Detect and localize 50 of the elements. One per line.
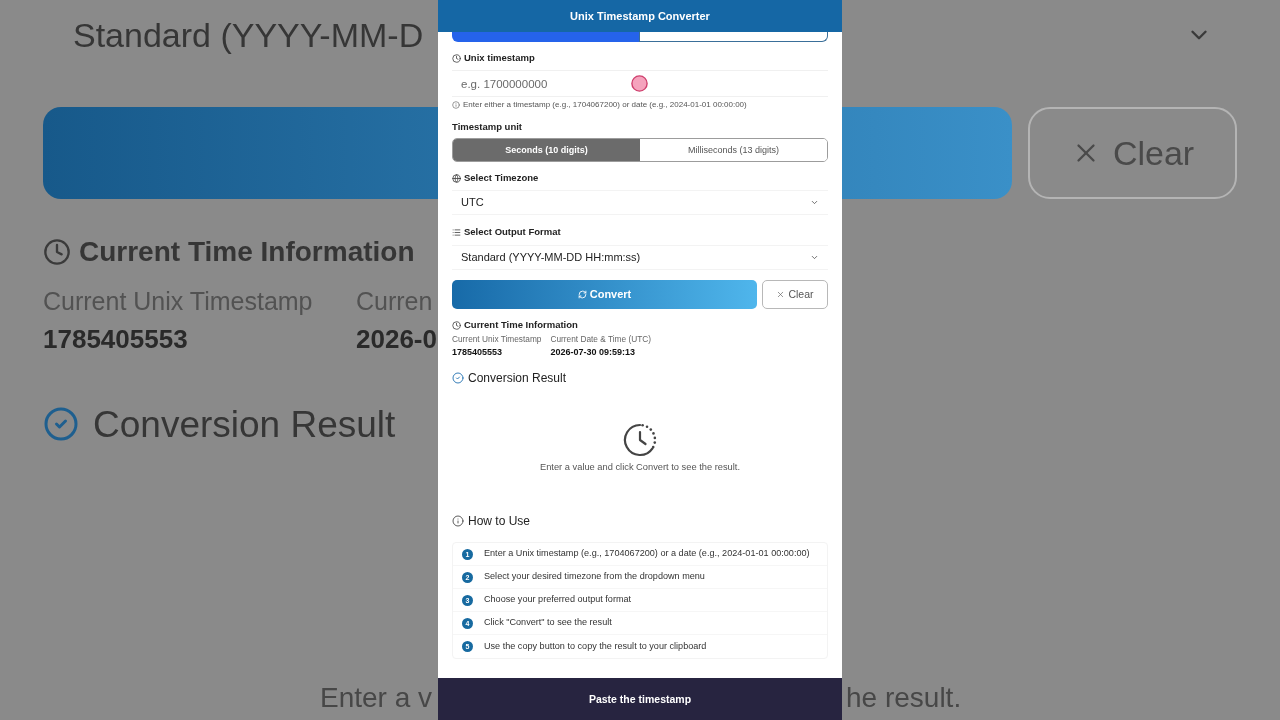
tap-marker-icon — [631, 75, 648, 92]
backdrop-message: he result. — [846, 684, 962, 712]
section-heading: Conversion Result — [468, 372, 567, 384]
app-title: Unix Timestamp Converter — [570, 10, 710, 22]
clock-icon — [452, 320, 461, 330]
backdrop-heading: Current Time Information — [79, 238, 415, 266]
close-icon — [776, 290, 786, 299]
section-heading: Current Time Information — [464, 320, 578, 330]
empty-message: Enter a value and click Convert to see the result. — [540, 461, 740, 473]
field-label: Select Output Format — [464, 227, 561, 237]
backdrop-label: Current Unix Timestamp — [43, 288, 313, 314]
info-icon — [452, 515, 464, 527]
info-icon — [452, 101, 460, 109]
backdrop-clock-icon — [43, 238, 71, 266]
backdrop-format-text: Standard (YYYY-MM-D — [73, 18, 424, 52]
unit-option[interactable]: Seconds (10 digits) — [453, 139, 640, 161]
field-label: Select Timezone — [464, 173, 539, 183]
list-icon — [452, 227, 461, 237]
backdrop-value: 2026-0 — [356, 326, 437, 352]
backdrop-message: Enter a v — [320, 684, 433, 712]
backdrop-value: 1785405553 — [43, 326, 188, 352]
hint-text: Enter either a timestamp (e.g., 1704067200) or date (e.g., 2024-01-01 00:00:00) — [463, 101, 747, 109]
clock-icon — [623, 423, 657, 457]
clear-button[interactable]: Clear — [762, 280, 828, 309]
section-heading: How to Use — [468, 515, 531, 527]
field-label: Timestamp unit — [452, 122, 523, 132]
step-text: Click "Convert" to see the result — [484, 618, 612, 628]
caption-text: Paste the timestamp — [588, 693, 692, 705]
time-value: 1785405553 — [452, 346, 504, 358]
refresh-icon — [577, 290, 587, 299]
step-text: Use the copy button to copy the result to your clipboard — [484, 641, 707, 652]
timezone-select[interactable]: UTC — [452, 190, 828, 215]
globe-icon — [452, 173, 461, 183]
backdrop-check-icon — [43, 406, 79, 442]
step-text: Choose your preferred output format — [484, 595, 632, 605]
step-text: Enter a Unix timestamp (e.g., 1704067200) or a date (e.g., 2024-01-01 00:00:00) — [484, 549, 810, 559]
timestamp-input[interactable]: e.g. 1700000000 — [452, 70, 828, 97]
chevron-down-icon — [810, 198, 819, 207]
check-circle-icon — [452, 372, 464, 384]
chevron-down-icon — [810, 253, 819, 262]
time-label: Current Date & Time (UTC) — [550, 334, 651, 344]
time-value: 2026-07-30 09:59:13 — [550, 346, 637, 358]
field-label: Unix timestamp — [464, 53, 535, 63]
backdrop-heading: Conversion Result — [93, 405, 396, 443]
clock-icon — [452, 53, 461, 63]
format-select[interactable]: Standard (YYYY-MM-DD HH:mm:ss) — [452, 245, 828, 270]
step-text: Select your desired timezone from the dropdown menu — [484, 572, 705, 582]
time-label: Current Unix Timestamp — [452, 334, 542, 344]
backdrop-label: Curren — [356, 288, 433, 314]
mode-tab[interactable] — [639, 32, 828, 42]
